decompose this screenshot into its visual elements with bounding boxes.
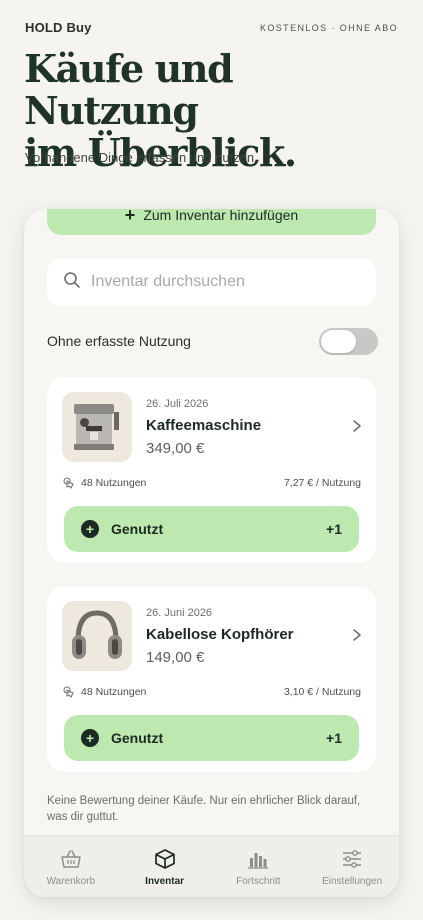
used-increment-button[interactable]: + Genutzt +1 xyxy=(64,715,359,761)
search-input[interactable] xyxy=(91,273,351,291)
tab-fortschritt[interactable]: Fortschritt xyxy=(212,836,306,897)
tab-label: Inventar xyxy=(145,876,185,887)
tagline: KOSTENLOS · OHNE ABO xyxy=(259,22,398,33)
purchase-date: 26. Juli 2026 xyxy=(146,398,209,410)
add-to-inventory-label: Zum Inventar hinzufügen xyxy=(143,209,299,223)
app-preview: + Zum Inventar hinzufügen Ohne erfasste … xyxy=(24,209,399,897)
toggle-knob xyxy=(321,329,356,353)
inventory-card[interactable]: 26. Juli 2026 Kaffeemaschine 349,00 € 48… xyxy=(47,377,376,563)
plus-circle-icon: + xyxy=(81,520,99,538)
tap-icon xyxy=(63,686,74,698)
page: HOLD Buy KOSTENLOS · OHNE ABO Käufe und … xyxy=(0,0,423,920)
search-icon xyxy=(63,271,81,294)
item-price: 349,00 € xyxy=(146,440,205,457)
inventory-card[interactable]: 26. Juni 2026 Kabellose Kopfhörer 149,00… xyxy=(47,586,376,772)
no-usage-toggle[interactable] xyxy=(319,327,378,355)
basket-icon xyxy=(61,850,81,868)
plus-icon: + xyxy=(124,209,136,225)
tab-inventar[interactable]: Inventar xyxy=(118,836,212,897)
footnote: Keine Bewertung deiner Käufe. Nur ein eh… xyxy=(47,795,361,823)
item-meta: 48 Nutzungen 7,27 € / Nutzung xyxy=(63,477,361,489)
tab-label: Einstellungen xyxy=(322,876,383,887)
tab-warenkorb[interactable]: Warenkorb xyxy=(24,836,118,897)
item-name: Kaffeemaschine xyxy=(146,417,262,434)
used-label: Genutzt xyxy=(111,730,164,746)
filter-row: Ohne erfasste Nutzung xyxy=(47,327,378,355)
brand-name: HOLD Buy xyxy=(25,20,92,35)
usage-count-label: 48 Nutzungen xyxy=(81,477,147,489)
plus-circle-icon: + xyxy=(81,729,99,747)
search-bar xyxy=(47,258,376,306)
item-price: 149,00 € xyxy=(146,649,205,666)
chevron-right-icon xyxy=(353,420,361,432)
used-increment-button[interactable]: + Genutzt +1 xyxy=(64,506,359,552)
chevron-right-icon xyxy=(353,629,361,641)
increment-label: +1 xyxy=(326,521,342,537)
page-title-line-1: Käufe und Nutzung xyxy=(24,46,234,133)
purchase-date: 26. Juni 2026 xyxy=(146,607,213,619)
usage-count: 48 Nutzungen xyxy=(63,477,146,489)
increment-label: +1 xyxy=(326,730,342,746)
used-label: Genutzt xyxy=(111,521,164,537)
tab-bar: Warenkorb Inventar Fortschritt Einstellu… xyxy=(24,835,399,897)
tap-icon xyxy=(63,477,74,489)
tab-label: Fortschritt xyxy=(236,876,281,887)
tab-label: Warenkorb xyxy=(46,876,96,887)
filter-label: Ohne erfasste Nutzung xyxy=(47,333,191,349)
item-meta: 48 Nutzungen 3,10 € / Nutzung xyxy=(63,686,361,698)
page-subtitle: Vorhandene Dinge erfassen und nutzen. xyxy=(25,150,258,165)
usage-count: 48 Nutzungen xyxy=(63,686,146,698)
espresso-machine-image xyxy=(62,392,132,462)
cost-per-use: 7,27 € / Nutzung xyxy=(283,477,361,489)
usage-count-label: 48 Nutzungen xyxy=(81,686,147,698)
bar-chart-icon xyxy=(248,853,269,869)
box-icon xyxy=(154,849,175,869)
cost-per-use: 3,10 € / Nutzung xyxy=(283,686,361,698)
sliders-icon xyxy=(343,850,362,868)
add-to-inventory-button[interactable]: + Zum Inventar hinzufügen xyxy=(47,209,376,235)
item-name: Kabellose Kopfhörer xyxy=(146,626,294,643)
topbar: HOLD Buy KOSTENLOS · OHNE ABO xyxy=(25,20,398,35)
headphones-image xyxy=(62,601,132,671)
tab-einstellungen[interactable]: Einstellungen xyxy=(305,836,399,897)
